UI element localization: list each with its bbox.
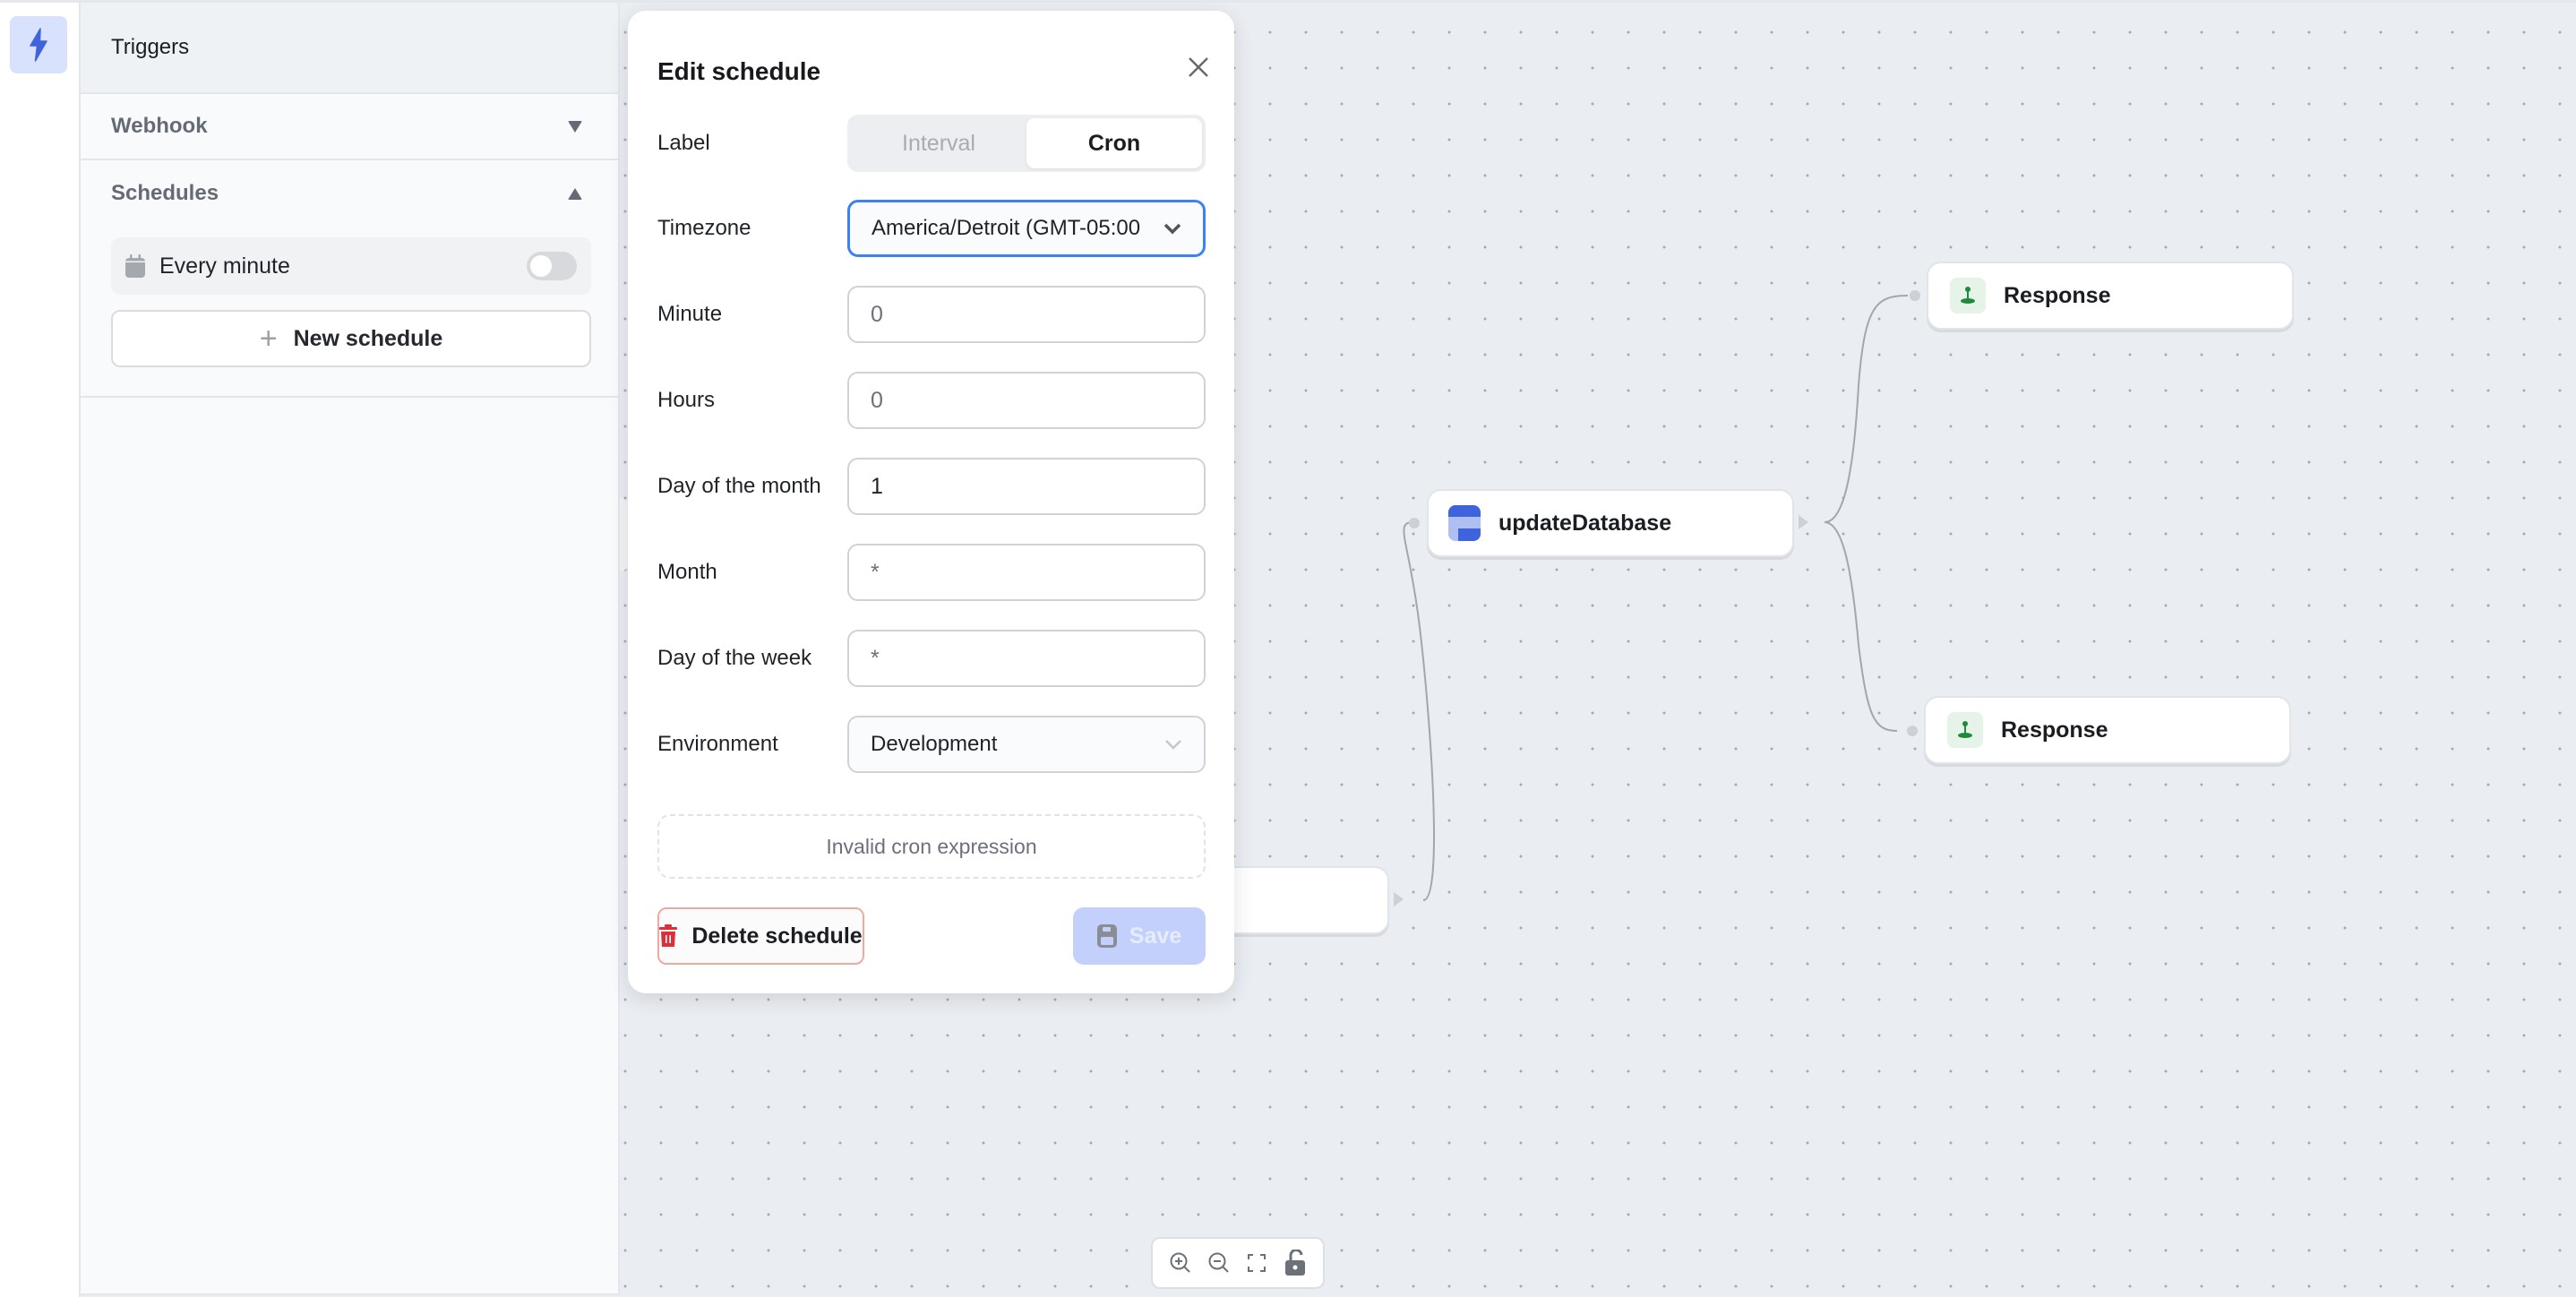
hours-label: Hours	[657, 388, 716, 412]
schedule-item-label: Every minute	[159, 253, 290, 279]
zoom-out-icon	[1208, 1252, 1229, 1273]
zoom-in-button[interactable]	[1165, 1248, 1196, 1278]
minute-field-wrapper	[847, 286, 1206, 343]
node-response-2[interactable]: Response	[1924, 696, 2291, 764]
minute-input[interactable]	[871, 301, 1182, 328]
updateDatabase-input-handle[interactable]	[1409, 518, 1420, 528]
minute-row: Minute	[657, 286, 1206, 343]
fit-view-icon	[1248, 1254, 1267, 1272]
edit-schedule-dialog: Edit schedule Label Interval Cron Timezo…	[628, 11, 1234, 993]
new-schedule-label: New schedule	[293, 325, 443, 351]
close-button[interactable]	[1183, 52, 1214, 82]
month-field-wrapper	[847, 544, 1206, 601]
day-of-week-input[interactable]	[871, 645, 1182, 672]
lock-button[interactable]	[1280, 1248, 1310, 1278]
zoom-out-button[interactable]	[1204, 1248, 1234, 1278]
triggers-nav-button[interactable]	[10, 16, 67, 73]
schedule-item[interactable]: Every minute	[111, 237, 591, 295]
response-2-input-handle[interactable]	[1907, 726, 1918, 736]
zoom-in-icon	[1170, 1252, 1190, 1273]
calendar-icon	[125, 254, 145, 278]
caret-up-icon[interactable]	[568, 187, 582, 200]
database-table-icon	[1448, 505, 1481, 541]
timezone-row: Timezone America/Detroit (GMT-05:00	[657, 200, 1206, 257]
response-1-input-handle[interactable]	[1910, 290, 1920, 301]
environment-select[interactable]: Development	[847, 716, 1206, 773]
month-input[interactable]	[871, 559, 1182, 586]
month-label: Month	[657, 560, 717, 584]
chevron-down-icon	[1163, 223, 1181, 235]
mode-interval-option[interactable]: Interval	[851, 118, 1026, 168]
close-icon	[1189, 57, 1208, 77]
save-label: Save	[1129, 923, 1182, 949]
hours-row: Hours	[657, 372, 1206, 429]
new-schedule-button[interactable]: + New schedule	[111, 310, 591, 367]
node-updateDatabase-label: updateDatabase	[1498, 510, 1672, 536]
trash-icon	[659, 924, 678, 947]
timezone-value: America/Detroit (GMT-05:00	[872, 216, 1141, 240]
section-webhook-label: Webhook	[111, 114, 208, 138]
node-response-1[interactable]: Response	[1927, 262, 2294, 330]
node-response-1-label: Response	[2004, 282, 2111, 308]
top-border	[0, 0, 2576, 3]
environment-value: Development	[871, 732, 998, 756]
updateDatabase-output-handle[interactable]	[1799, 515, 1808, 529]
label-field-label: Label	[657, 131, 710, 155]
caret-down-icon[interactable]	[568, 120, 582, 133]
minute-label: Minute	[657, 302, 723, 326]
left-rail	[0, 0, 81, 1297]
day-of-month-label: Day of the month	[657, 474, 821, 498]
sidebar-header: Triggers	[81, 3, 618, 94]
sidebar-title: Triggers	[111, 35, 190, 59]
node-updateDatabase[interactable]: updateDatabase	[1427, 489, 1794, 557]
day-of-month-input[interactable]	[871, 473, 1182, 500]
day-of-week-field-wrapper	[847, 630, 1206, 687]
unlock-icon	[1284, 1250, 1305, 1276]
schedule-enabled-toggle[interactable]	[527, 252, 577, 280]
mode-cron-option[interactable]: Cron	[1026, 118, 1202, 168]
hours-field-wrapper	[847, 372, 1206, 429]
section-schedules-label: Schedules	[111, 181, 219, 205]
section-schedules-group: Schedules Every minute + New schedule	[81, 160, 618, 398]
plus-icon: +	[259, 322, 278, 356]
cron-status-text: Invalid cron expression	[826, 834, 1037, 858]
dialog-title: Edit schedule	[657, 57, 821, 85]
section-webhook[interactable]: Webhook	[81, 94, 618, 160]
fit-view-button[interactable]	[1241, 1248, 1272, 1278]
save-icon	[1096, 924, 1117, 948]
node-hidden-output-handle[interactable]	[1394, 892, 1404, 906]
day-of-week-row: Day of the week	[657, 630, 1206, 687]
day-of-month-field-wrapper	[847, 458, 1206, 515]
day-of-week-label: Day of the week	[657, 646, 812, 670]
canvas-controls	[1151, 1237, 1325, 1289]
month-row: Month	[657, 544, 1206, 601]
delete-schedule-label: Delete schedule	[691, 923, 863, 949]
timezone-select[interactable]: America/Detroit (GMT-05:00	[847, 200, 1206, 257]
response-icon	[1947, 712, 1983, 748]
triggers-sidebar: Triggers Webhook Schedules Every minute …	[81, 3, 620, 1295]
cron-status-message: Invalid cron expression	[657, 814, 1206, 879]
schedules-list: Every minute + New schedule	[81, 227, 618, 396]
mode-segmented-control: Interval Cron	[847, 115, 1206, 172]
save-button[interactable]: Save	[1073, 907, 1206, 965]
environment-row: Environment Development	[657, 716, 1206, 773]
lightning-icon	[30, 28, 47, 62]
chevron-down-icon	[1165, 740, 1181, 750]
section-schedules[interactable]: Schedules	[81, 160, 618, 227]
day-of-month-row: Day of the month	[657, 458, 1206, 515]
timezone-label: Timezone	[657, 216, 751, 240]
response-icon	[1950, 278, 1986, 314]
delete-schedule-button[interactable]: Delete schedule	[657, 907, 864, 965]
environment-label: Environment	[657, 732, 778, 756]
node-response-2-label: Response	[2001, 717, 2108, 743]
hours-input[interactable]	[871, 387, 1182, 414]
label-row: Label Interval Cron	[657, 115, 1206, 172]
